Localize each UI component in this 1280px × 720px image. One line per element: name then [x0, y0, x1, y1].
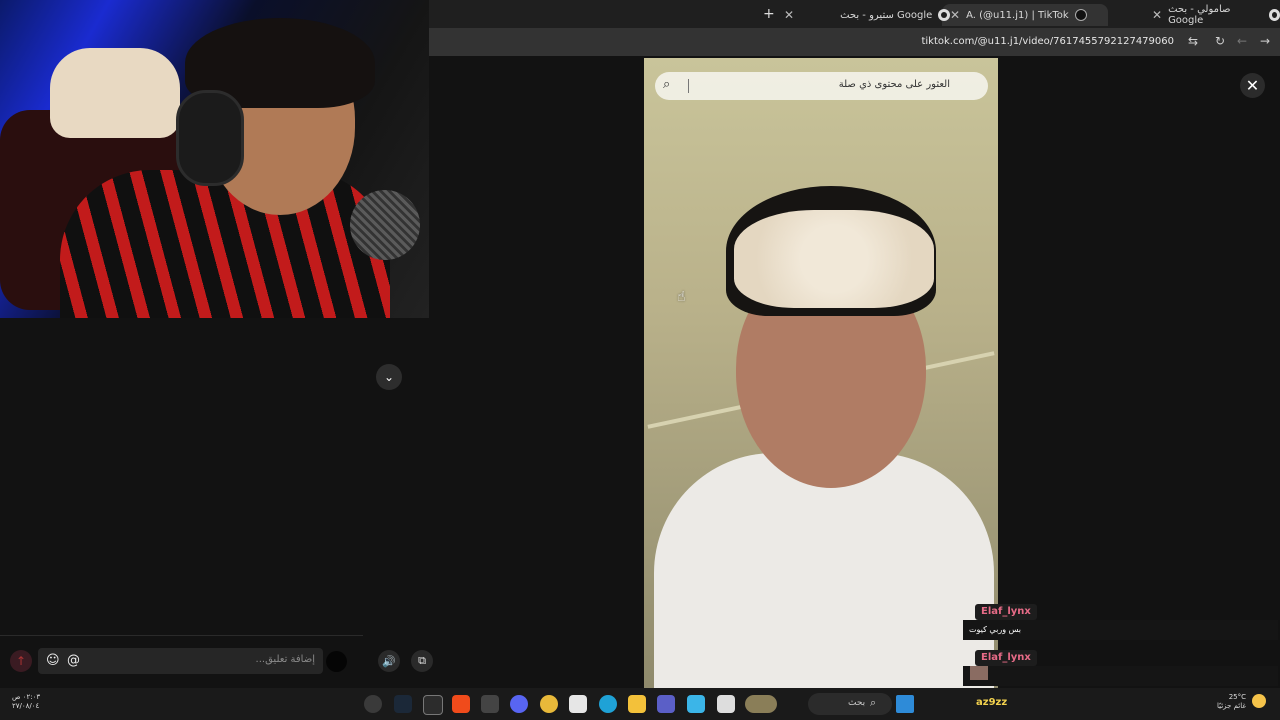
taskbar: ٠٢:٠٣ ص ٢٧/٠٨/٠٤ بحث ⌕ az9zz 25°C غائم ج… — [0, 688, 1280, 720]
brave-icon[interactable] — [452, 695, 470, 713]
close-icon: ✕ — [1245, 76, 1260, 95]
chat-message — [963, 666, 1278, 686]
steam-icon[interactable] — [394, 695, 412, 713]
google-icon — [1268, 9, 1280, 21]
chevron-down-icon: ⌄ — [383, 370, 395, 384]
video-player[interactable] — [644, 58, 998, 688]
chat-username: Elaf_lynx — [975, 650, 1037, 666]
teams-icon[interactable] — [657, 695, 675, 713]
mention-icon[interactable]: @ — [67, 653, 80, 668]
picture-in-picture-button[interactable]: ⧉ — [411, 650, 433, 672]
chrome-icon[interactable] — [540, 695, 558, 713]
discord-icon[interactable] — [510, 695, 528, 713]
tab-tiktok[interactable]: ✕ A. (@u11.j1) | TikTok — [942, 4, 1108, 26]
weather-temp: 25°C — [1228, 693, 1246, 701]
address-bar: tiktok.com/@u11.j1/video/761745579212747… — [429, 28, 1280, 56]
windows-start-icon[interactable] — [896, 695, 914, 713]
store-icon[interactable] — [569, 695, 587, 713]
search-divider — [688, 79, 689, 93]
google-icon — [938, 9, 951, 21]
arrow-up-icon: ↑ — [15, 654, 27, 668]
folder-icon[interactable] — [628, 695, 646, 713]
post-comment-button[interactable]: ↑ — [10, 650, 32, 672]
microphone — [350, 190, 420, 260]
tiktok-icon — [1074, 9, 1087, 21]
tab-label: ستيرو - بحث Google — [840, 9, 933, 21]
edge-icon[interactable] — [599, 695, 617, 713]
reload-icon[interactable]: ↻ — [1215, 34, 1225, 48]
headphones — [176, 90, 244, 186]
close-tab-icon[interactable]: ✕ — [784, 8, 794, 22]
close-tab-icon[interactable]: ✕ — [950, 8, 960, 22]
notepad-icon[interactable] — [717, 695, 735, 713]
clock-time: ٠٢:٠٣ ص — [12, 693, 41, 701]
search-icon: ⌕ — [870, 696, 877, 709]
chair-headrest — [50, 48, 180, 138]
volume-button[interactable]: 🔊 — [378, 650, 400, 672]
cam-mask-dot — [326, 651, 347, 672]
taskbar-clock[interactable]: ٠٢:٠٣ ص ٢٧/٠٨/٠٤ — [12, 693, 40, 711]
speaker-icon: 🔊 — [382, 654, 396, 668]
hand-cursor-icon: ☝ — [677, 289, 686, 305]
related-search-bar[interactable]: ⌕ العثور على محتوى ذي صلة — [655, 72, 988, 100]
tab-google-search-1[interactable]: ✕ صامولي - بحث Google — [1152, 4, 1280, 26]
webcam-overlay — [0, 0, 429, 318]
comment-divider — [0, 635, 363, 636]
streamer-brand: az9zz — [972, 692, 1012, 714]
url-text[interactable]: tiktok.com/@u11.j1/video/761745579212747… — [921, 36, 1174, 47]
forward-icon[interactable]: ← — [1237, 34, 1247, 48]
tab-google-search-2[interactable]: ✕ ستيرو - بحث Google — [784, 4, 951, 26]
browser-tabstrip: ✕ صامولي - بحث Google ✕ A. (@u11.j1) | T… — [429, 0, 1280, 28]
search-icon[interactable]: ⌕ — [663, 77, 670, 92]
weather-sun-icon — [1252, 694, 1266, 708]
taskbar-search[interactable]: بحث ⌕ — [808, 693, 892, 715]
capcut-icon[interactable] — [423, 695, 443, 715]
emoji-icon[interactable]: ☺ — [46, 653, 60, 668]
clock-date: ٢٧/٠٨/٠٤ — [12, 702, 40, 710]
search-placeholder: العثور على محتوى ذي صلة — [838, 79, 950, 90]
tab-label: صامولي - بحث Google — [1168, 4, 1231, 26]
unity-icon[interactable] — [481, 695, 499, 713]
pip-icon: ⧉ — [418, 654, 426, 667]
search-label: بحث — [848, 698, 866, 708]
comment-placeholder: إضافة تعليق... — [255, 654, 315, 665]
chat-message: بس وربي كيوت — [963, 620, 1278, 640]
widgets-icon[interactable] — [745, 695, 777, 713]
chat-username: Elaf_lynx — [975, 604, 1037, 620]
chat-avatar — [970, 666, 988, 680]
back-icon[interactable]: → — [1260, 34, 1270, 48]
weather-desc: غائم جزئيًا — [1216, 702, 1246, 710]
tab-label: A. (@u11.j1) | TikTok — [966, 9, 1069, 21]
streamer-jersey — [60, 170, 390, 318]
obs-icon[interactable] — [364, 695, 382, 713]
video-subject-shirt — [654, 453, 994, 688]
video-subject-headband — [734, 210, 934, 308]
close-video-button[interactable]: ✕ — [1240, 73, 1265, 98]
weather-widget[interactable]: 25°C غائم جزئيًا — [1212, 693, 1246, 711]
close-tab-icon[interactable]: ✕ — [1152, 8, 1162, 22]
copilot-icon[interactable] — [687, 695, 705, 713]
scroll-down-button[interactable]: ⌄ — [376, 364, 402, 390]
site-settings-icon[interactable]: ⇆ — [1188, 34, 1198, 48]
comment-input[interactable]: ☺ @ إضافة تعليق... — [38, 648, 323, 674]
new-tab-button[interactable]: + — [763, 6, 775, 22]
